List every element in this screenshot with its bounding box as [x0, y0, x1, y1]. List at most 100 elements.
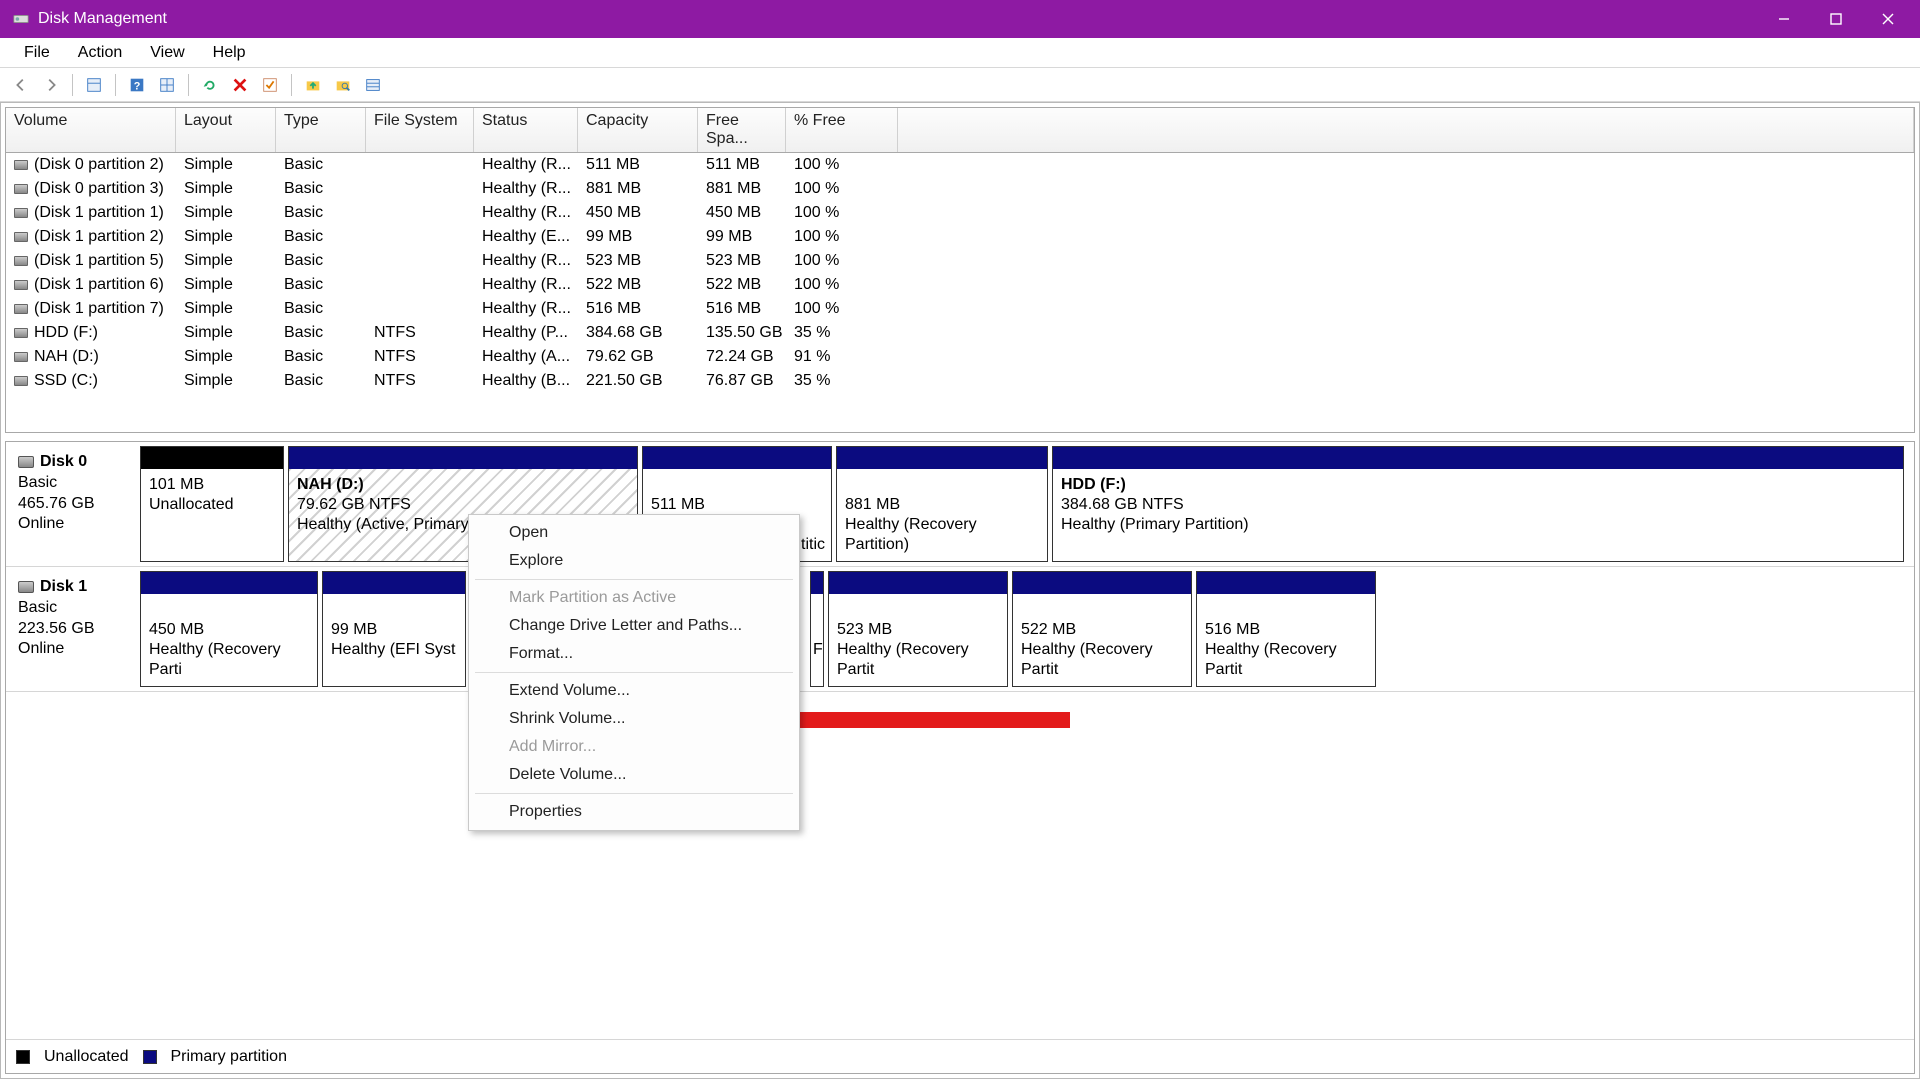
vol-capacity: 511 MB	[578, 156, 698, 174]
menu-action[interactable]: Action	[64, 40, 136, 66]
app-icon	[12, 10, 30, 28]
volume-row[interactable]: (Disk 1 partition 1)SimpleBasicHealthy (…	[6, 201, 1914, 225]
vol-type: Basic	[276, 180, 366, 198]
properties-icon[interactable]	[81, 72, 107, 98]
volume-row[interactable]: NAH (D:)SimpleBasicNTFSHealthy (A...79.6…	[6, 345, 1914, 369]
col-status[interactable]: Status	[474, 108, 578, 152]
ctx-extend-volume[interactable]: Extend Volume...	[469, 677, 799, 705]
vol-type: Basic	[276, 324, 366, 342]
disk-1-info[interactable]: Disk 1 Basic 223.56 GB Online	[10, 571, 140, 687]
disk-glyph-icon	[14, 256, 28, 266]
vol-capacity: 881 MB	[578, 180, 698, 198]
vol-status: Healthy (R...	[474, 180, 578, 198]
partition-cut[interactable]: F	[810, 571, 824, 687]
partition-size: 384.68 GB NTFS	[1061, 495, 1895, 515]
vol-capacity: 522 MB	[578, 276, 698, 294]
minimize-button[interactable]	[1758, 0, 1810, 38]
menu-help[interactable]: Help	[199, 40, 260, 66]
disk-icon	[18, 581, 34, 593]
ctx-open[interactable]: Open	[469, 519, 799, 547]
delete-icon[interactable]	[227, 72, 253, 98]
partition-status: Unallocated	[149, 495, 275, 515]
vol-fs: NTFS	[366, 324, 474, 342]
maximize-button[interactable]	[1810, 0, 1862, 38]
ctx-mark-active: Mark Partition as Active	[469, 584, 799, 612]
partition-cap	[643, 447, 831, 469]
forward-button[interactable]	[38, 72, 64, 98]
partition-881mb[interactable]: 881 MB Healthy (Recovery Partition)	[836, 446, 1048, 562]
partition-523mb[interactable]: 523 MB Healthy (Recovery Partit	[828, 571, 1008, 687]
volume-row[interactable]: (Disk 0 partition 2)SimpleBasicHealthy (…	[6, 153, 1914, 177]
partition-unallocated[interactable]: 101 MB Unallocated	[140, 446, 284, 562]
help-icon[interactable]: ?	[124, 72, 150, 98]
partition-99mb[interactable]: 99 MB Healthy (EFI Syst	[322, 571, 466, 687]
disk-glyph-icon	[14, 208, 28, 218]
partition-status: Healthy (EFI Syst	[331, 640, 457, 660]
col-capacity[interactable]: Capacity	[578, 108, 698, 152]
vol-pct: 100 %	[786, 204, 898, 222]
vol-name: (Disk 1 partition 7)	[6, 300, 176, 318]
partition-516mb[interactable]: 516 MB Healthy (Recovery Partit	[1196, 571, 1376, 687]
partition-hdd-f[interactable]: HDD (F:) 384.68 GB NTFS Healthy (Primary…	[1052, 446, 1904, 562]
volume-row[interactable]: (Disk 1 partition 6)SimpleBasicHealthy (…	[6, 273, 1914, 297]
col-free-space[interactable]: Free Spa...	[698, 108, 786, 152]
legend-swatch-primary	[143, 1050, 157, 1064]
vol-free: 511 MB	[698, 156, 786, 174]
toolbar-separator	[72, 74, 73, 96]
vol-free: 523 MB	[698, 252, 786, 270]
partition-cap	[837, 447, 1047, 469]
list-icon[interactable]	[360, 72, 386, 98]
vol-type: Basic	[276, 228, 366, 246]
col-layout[interactable]: Layout	[176, 108, 276, 152]
ctx-shrink-volume[interactable]: Shrink Volume...	[469, 705, 799, 733]
folder-search-icon[interactable]	[330, 72, 356, 98]
vol-status: Healthy (A...	[474, 348, 578, 366]
vol-capacity: 221.50 GB	[578, 372, 698, 390]
volume-row[interactable]: (Disk 0 partition 3)SimpleBasicHealthy (…	[6, 177, 1914, 201]
volume-row[interactable]: (Disk 1 partition 2)SimpleBasicHealthy (…	[6, 225, 1914, 249]
vol-layout: Simple	[176, 180, 276, 198]
grid-icon[interactable]	[154, 72, 180, 98]
disk-0-info[interactable]: Disk 0 Basic 465.76 GB Online	[10, 446, 140, 562]
check-icon[interactable]	[257, 72, 283, 98]
ctx-delete-volume[interactable]: Delete Volume...	[469, 761, 799, 789]
disk-0-title: Disk 0	[40, 452, 87, 473]
vol-pct: 100 %	[786, 300, 898, 318]
disk-glyph-icon	[14, 232, 28, 242]
partition-cap	[289, 447, 637, 469]
refresh-icon[interactable]	[197, 72, 223, 98]
volume-row[interactable]: (Disk 1 partition 7)SimpleBasicHealthy (…	[6, 297, 1914, 321]
col-type[interactable]: Type	[276, 108, 366, 152]
back-button[interactable]	[8, 72, 34, 98]
volume-list[interactable]: Volume Layout Type File System Status Ca…	[5, 107, 1915, 433]
volume-row[interactable]: SSD (C:)SimpleBasicNTFSHealthy (B...221.…	[6, 369, 1914, 393]
disk-graphical-view: Disk 0 Basic 465.76 GB Online 101 MB Una…	[5, 441, 1915, 1074]
menu-view[interactable]: View	[136, 40, 198, 66]
ctx-separator	[475, 672, 793, 673]
ctx-explore[interactable]: Explore	[469, 547, 799, 575]
partition-522mb[interactable]: 522 MB Healthy (Recovery Partit	[1012, 571, 1192, 687]
partition-size: 99 MB	[331, 620, 457, 640]
vol-free: 99 MB	[698, 228, 786, 246]
ctx-change-drive-letter[interactable]: Change Drive Letter and Paths...	[469, 612, 799, 640]
partition-size: 881 MB	[845, 495, 1039, 515]
menu-file[interactable]: File	[10, 40, 64, 66]
ctx-format[interactable]: Format...	[469, 640, 799, 668]
disk-glyph-icon	[14, 280, 28, 290]
volume-row[interactable]: (Disk 1 partition 5)SimpleBasicHealthy (…	[6, 249, 1914, 273]
col-volume[interactable]: Volume	[6, 108, 176, 152]
menu-bar: File Action View Help	[0, 38, 1920, 68]
partition-cap	[323, 572, 465, 594]
partition-size: 79.62 GB NTFS	[297, 495, 629, 515]
close-button[interactable]	[1862, 0, 1914, 38]
col-filesystem[interactable]: File System	[366, 108, 474, 152]
toolbar-separator	[188, 74, 189, 96]
col-pct-free[interactable]: % Free	[786, 108, 898, 152]
vol-name: HDD (F:)	[6, 324, 176, 342]
folder-up-icon[interactable]	[300, 72, 326, 98]
volume-row[interactable]: HDD (F:)SimpleBasicNTFSHealthy (P...384.…	[6, 321, 1914, 345]
column-headers: Volume Layout Type File System Status Ca…	[6, 108, 1914, 153]
ctx-separator	[475, 579, 793, 580]
ctx-properties[interactable]: Properties	[469, 798, 799, 826]
partition-450mb[interactable]: 450 MB Healthy (Recovery Parti	[140, 571, 318, 687]
